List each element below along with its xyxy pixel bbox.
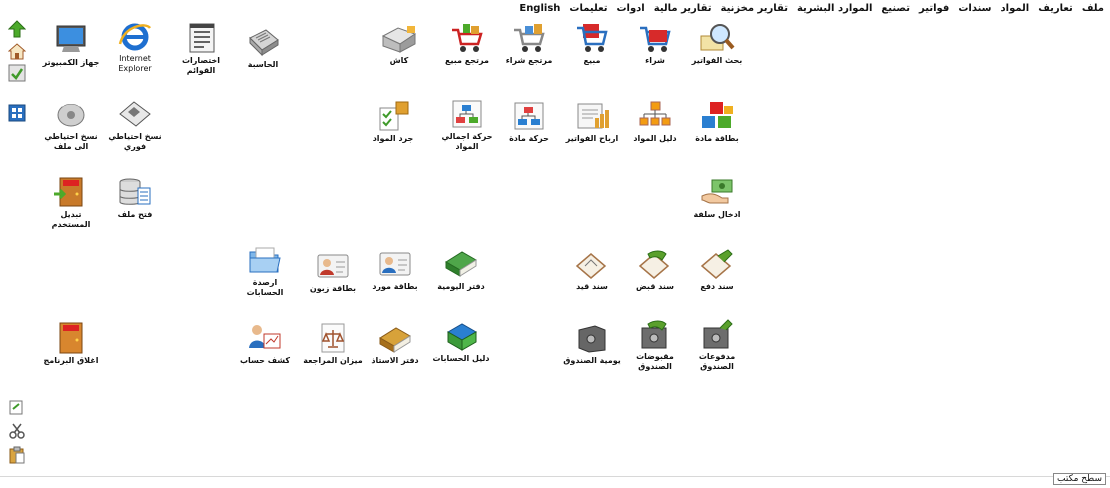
account-statement-shortcut[interactable]: كشف حساب bbox=[234, 322, 296, 366]
payment-voucher-shortcut[interactable]: سند دفع bbox=[686, 248, 748, 292]
voucher-icon bbox=[700, 249, 733, 279]
list-shortcuts-shortcut[interactable]: اختصارات القوائم bbox=[170, 22, 232, 76]
menu-vouchers[interactable]: سندات bbox=[958, 3, 991, 14]
safe-icon bbox=[578, 325, 606, 353]
purchase-return-shortcut[interactable]: مرتجع شراء bbox=[498, 22, 560, 66]
cart-icon bbox=[640, 26, 671, 52]
internet-explorer-shortcut[interactable]: Internet Explorer bbox=[104, 20, 166, 74]
material-guide-shortcut[interactable]: دليل المواد bbox=[624, 100, 686, 144]
cash-payments-shortcut[interactable]: مدفوعات الصندوق bbox=[686, 318, 748, 372]
menu-definitions[interactable]: تعاريف bbox=[1038, 3, 1073, 14]
ledger-book-icon bbox=[379, 327, 411, 353]
open-file-shortcut[interactable]: فتح ملف bbox=[104, 176, 166, 220]
safe-icon bbox=[703, 319, 733, 349]
voucher-icon bbox=[575, 253, 607, 279]
menu-english[interactable]: English bbox=[519, 3, 560, 14]
database-file-icon bbox=[119, 178, 151, 205]
movement-chart-icon bbox=[452, 100, 482, 128]
desktop-tab[interactable]: سطح مكتب bbox=[1053, 473, 1106, 485]
favorites-icon[interactable] bbox=[8, 64, 26, 82]
tree-icon bbox=[446, 323, 478, 351]
menu-manufacturing[interactable]: تصنيع bbox=[881, 3, 910, 14]
movement-chart-icon bbox=[514, 102, 544, 130]
status-divider bbox=[0, 476, 1110, 477]
home-icon[interactable] bbox=[7, 42, 27, 60]
exit-door-icon bbox=[59, 322, 83, 354]
my-computer-shortcut[interactable]: جهاز الكمبيوتر bbox=[40, 24, 102, 68]
internet-explorer-icon bbox=[118, 23, 152, 51]
invoice-search-shortcut[interactable]: بحث الفواتير bbox=[686, 22, 748, 66]
cart-icon bbox=[577, 24, 608, 52]
id-card-icon bbox=[379, 252, 411, 276]
sale-shortcut[interactable]: مبيع bbox=[561, 22, 623, 66]
receipt-voucher-shortcut[interactable]: سند قبض bbox=[624, 248, 686, 292]
account-balances-shortcut[interactable]: ارصدة الحسابات bbox=[234, 244, 296, 298]
windows-icon[interactable] bbox=[8, 104, 26, 122]
backup-to-file-shortcut[interactable]: نسخ احتياطي الى ملف bbox=[40, 98, 102, 152]
cubes-icon bbox=[702, 102, 733, 128]
inventory-shortcut[interactable]: جرد المواد bbox=[362, 100, 424, 144]
id-card-icon bbox=[317, 254, 349, 278]
accounts-guide-shortcut[interactable]: دليل الحسابات bbox=[430, 320, 492, 364]
cart-return-icon bbox=[514, 24, 545, 52]
cash-daily-shortcut[interactable]: يومية الصندوق bbox=[561, 322, 623, 366]
inventory-icon bbox=[379, 101, 409, 131]
menu-invoices[interactable]: فواتير bbox=[919, 3, 949, 14]
scale-icon bbox=[321, 323, 345, 353]
advance-entry-shortcut[interactable]: ادخال سلفة bbox=[686, 176, 748, 220]
sale-return-shortcut[interactable]: مرتجع مبيع bbox=[436, 22, 498, 66]
money-hand-icon bbox=[701, 179, 733, 204]
menu-financial-reports[interactable]: تقارير مالية bbox=[654, 3, 712, 14]
exit-door-icon bbox=[54, 177, 83, 207]
invoice-profits-shortcut[interactable]: ارباح الفواتير bbox=[561, 100, 623, 144]
exit-program-shortcut[interactable]: اغلاق البرنامج bbox=[40, 322, 102, 366]
list-icon bbox=[189, 23, 215, 53]
instant-backup-shortcut[interactable]: نسخ احتياطي فوري bbox=[104, 98, 166, 152]
material-card-shortcut[interactable]: بطاقة مادة bbox=[686, 100, 748, 144]
folder-icon bbox=[249, 247, 281, 273]
journal-voucher-shortcut[interactable]: سند قيد bbox=[561, 248, 623, 292]
total-movement-shortcut[interactable]: حركة اجمالي المواد bbox=[436, 98, 498, 152]
hierarchy-icon bbox=[639, 101, 671, 126]
magnifier-icon bbox=[700, 24, 735, 51]
disk-icon bbox=[57, 102, 85, 127]
computer-icon bbox=[56, 25, 86, 52]
menu-hr[interactable]: الموارد البشرية bbox=[797, 3, 872, 14]
up-arrow-icon[interactable] bbox=[7, 20, 27, 38]
material-movement-shortcut[interactable]: حركة مادة bbox=[498, 100, 560, 144]
green-book-icon bbox=[445, 251, 477, 277]
purchase-shortcut[interactable]: شراء bbox=[624, 22, 686, 66]
paste-special-icon[interactable] bbox=[8, 398, 26, 416]
supplier-card-shortcut[interactable]: بطاقة مورد bbox=[364, 248, 426, 292]
menu-help[interactable]: تعليمات bbox=[569, 3, 607, 14]
cash-receipts-shortcut[interactable]: مقبوضات الصندوق bbox=[624, 318, 686, 372]
calculator-icon bbox=[249, 29, 279, 57]
floppy-icon bbox=[119, 101, 151, 127]
daybook-shortcut[interactable]: دفتر اليومية bbox=[430, 248, 492, 292]
profit-report-icon bbox=[577, 103, 609, 129]
safe-icon bbox=[641, 320, 667, 349]
switch-user-shortcut[interactable]: تبديل المستخدم bbox=[40, 176, 102, 230]
cut-icon[interactable] bbox=[8, 422, 26, 440]
cart-return-icon bbox=[452, 24, 483, 52]
clipboard-icon[interactable] bbox=[8, 446, 26, 464]
menu-materials[interactable]: المواد bbox=[1001, 3, 1030, 14]
cash-register-icon bbox=[381, 26, 417, 53]
voucher-icon bbox=[638, 250, 670, 279]
menu-stock-reports[interactable]: تقارير مخزنية bbox=[721, 3, 788, 14]
trial-balance-shortcut[interactable]: ميزان المراجعة bbox=[302, 322, 364, 366]
menu-bar: ملف تعاريف المواد سندات فواتير تصنيع الم… bbox=[0, 0, 1110, 16]
menu-file[interactable]: ملف bbox=[1082, 3, 1104, 14]
cashier-shortcut[interactable]: كاش bbox=[368, 22, 430, 66]
customer-card-shortcut[interactable]: بطاقة زبون bbox=[302, 250, 364, 294]
person-chart-icon bbox=[249, 325, 281, 349]
calculator-shortcut[interactable]: الحاسبة bbox=[232, 26, 294, 70]
menu-tools[interactable]: ادوات bbox=[616, 3, 644, 14]
ledger-shortcut[interactable]: دفتر الاستاذ bbox=[364, 322, 426, 366]
